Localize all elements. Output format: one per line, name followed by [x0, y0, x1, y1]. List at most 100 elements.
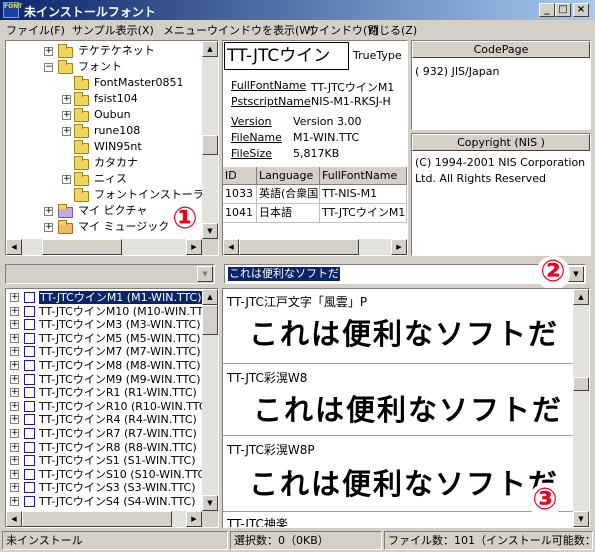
- scroll-down-arrow-icon[interactable]: ▼: [573, 511, 589, 527]
- scroll-up-arrow-icon[interactable]: ▲: [202, 289, 218, 305]
- scroll-right-arrow-icon[interactable]: ▶: [391, 239, 407, 255]
- font-checkbox[interactable]: [24, 319, 35, 331]
- tree-expander[interactable]: +: [44, 223, 53, 232]
- tree-item[interactable]: − フォント: [6, 59, 202, 75]
- tree-item[interactable]: + Oubun: [6, 107, 202, 123]
- tree-expander[interactable]: +: [10, 401, 19, 411]
- tree-expander[interactable]: +: [62, 95, 71, 104]
- menu-sample-view[interactable]: サンプル表示(X): [72, 22, 154, 38]
- scroll-left-arrow-icon[interactable]: ◀: [6, 239, 22, 255]
- font-checkbox[interactable]: [24, 468, 35, 480]
- font-list-item[interactable]: + TT-JTCウインM3 (M3-WIN.TTC): [6, 318, 202, 331]
- font-checkbox[interactable]: [24, 346, 35, 358]
- font-list-item[interactable]: + TT-JTCウインS1 (S1-WIN.TTC): [6, 454, 202, 467]
- scroll-thumb[interactable]: [573, 377, 589, 391]
- tree-expander[interactable]: +: [10, 306, 19, 316]
- tree-expander[interactable]: +: [44, 207, 53, 216]
- font-list-item[interactable]: + TT-JTCウインM8 (M8-WIN.TTC): [6, 359, 202, 372]
- tree-expander[interactable]: +: [10, 347, 19, 357]
- scroll-down-arrow-icon[interactable]: ▼: [202, 495, 218, 511]
- table-cell[interactable]: TT-JTCウインM1: [320, 204, 407, 223]
- tree-horizontal-scrollbar[interactable]: ◀ ▶: [6, 239, 202, 255]
- font-list-vertical-scrollbar[interactable]: ▲ ▼: [202, 289, 218, 511]
- table-cell[interactable]: 1033: [223, 185, 257, 204]
- tree-item[interactable]: + fsist104: [6, 91, 202, 107]
- scroll-right-arrow-icon[interactable]: ▶: [186, 511, 202, 527]
- font-checkbox[interactable]: [24, 441, 35, 453]
- scroll-right-arrow-icon[interactable]: ▶: [186, 239, 202, 255]
- table-cell[interactable]: 英語(合衆国): [257, 185, 320, 204]
- menu-file[interactable]: ファイル(F): [6, 22, 65, 38]
- font-checkbox[interactable]: [24, 292, 35, 303]
- preview-vertical-scrollbar[interactable]: ▲ ▼: [573, 289, 589, 527]
- table-cell[interactable]: TT-NIS-M1: [320, 185, 407, 204]
- font-list-item[interactable]: + TT-JTCウインM5 (M5-WIN.TTC): [6, 332, 202, 345]
- tree-expander[interactable]: +: [10, 320, 19, 330]
- menu-show-menu-window[interactable]: メニューウインドウを表示(W): [163, 22, 314, 38]
- folder-combo[interactable]: ▼: [5, 264, 215, 284]
- scroll-left-arrow-icon[interactable]: ◀: [223, 239, 239, 255]
- tree-vertical-scrollbar[interactable]: ▲ ▼: [202, 41, 218, 239]
- close-button[interactable]: ×: [573, 3, 589, 17]
- tree-expander[interactable]: +: [10, 361, 19, 370]
- tree-item[interactable]: + ニィス: [6, 171, 202, 187]
- tree-item[interactable]: WIN95nt: [6, 139, 202, 155]
- font-checkbox[interactable]: [24, 360, 35, 371]
- font-list[interactable]: + TT-JTCウインM1 (M1-WIN.TTC) + TT-JTCウインM10 (…: [5, 288, 219, 528]
- font-list-item[interactable]: + TT-JTCウインM7 (M7-WIN.TTC): [6, 345, 202, 358]
- tree-expander[interactable]: +: [62, 175, 71, 184]
- font-list-item[interactable]: + TT-JTCウインM10 (M10-WIN.TTC): [6, 305, 215, 318]
- tree-expander[interactable]: +: [10, 388, 19, 398]
- tree-item[interactable]: + rune108: [6, 123, 202, 139]
- font-checkbox[interactable]: [24, 414, 35, 426]
- font-checkbox[interactable]: [24, 387, 35, 399]
- font-list-item[interactable]: + TT-JTCウインS4 (S4-WIN.TTC): [6, 495, 202, 508]
- tree-expander[interactable]: +: [62, 127, 71, 136]
- font-checkbox[interactable]: [24, 482, 35, 494]
- scroll-thumb[interactable]: [239, 239, 359, 255]
- tree-expander[interactable]: +: [10, 497, 19, 506]
- tree-expander[interactable]: +: [10, 442, 19, 452]
- tree-expander[interactable]: +: [10, 483, 19, 493]
- font-list-item[interactable]: + TT-JTCウインM9 (M9-WIN.TTC): [6, 373, 202, 386]
- font-checkbox[interactable]: [24, 305, 35, 317]
- tree-item[interactable]: カタカナ: [6, 155, 202, 171]
- tree-expander[interactable]: +: [10, 469, 19, 479]
- scroll-down-arrow-icon[interactable]: ▼: [202, 223, 218, 239]
- title-bar[interactable]: FONT 未インストールフォント _ □ ×: [0, 0, 595, 20]
- scroll-up-arrow-icon[interactable]: ▲: [573, 289, 589, 305]
- font-list-item[interactable]: + TT-JTCウインS3 (S3-WIN.TTC): [6, 481, 202, 494]
- tree-expander[interactable]: +: [10, 293, 19, 302]
- font-checkbox[interactable]: [24, 496, 35, 507]
- font-list-item[interactable]: + TT-JTCウインR1 (R1-WIN.TTC): [6, 386, 202, 399]
- font-list-item[interactable]: + TT-JTCウインS10 (S10-WIN.TTC): [6, 468, 210, 481]
- font-list-item[interactable]: + TT-JTCウインR8 (R8-WIN.TTC): [6, 441, 202, 454]
- font-checkbox[interactable]: [24, 400, 35, 412]
- sample-text-value[interactable]: これは便利なソフトだ: [228, 267, 340, 281]
- scroll-thumb[interactable]: [22, 511, 172, 527]
- font-checkbox[interactable]: [24, 332, 35, 344]
- tree-expander[interactable]: +: [10, 415, 19, 425]
- tree-expander[interactable]: +: [62, 111, 71, 120]
- tree-expander[interactable]: +: [10, 456, 19, 466]
- scroll-up-arrow-icon[interactable]: ▲: [202, 41, 218, 57]
- dropdown-arrow-icon[interactable]: ▼: [568, 266, 584, 282]
- scroll-left-arrow-icon[interactable]: ◀: [6, 511, 22, 527]
- font-checkbox[interactable]: [24, 455, 35, 467]
- scroll-thumb[interactable]: [202, 305, 218, 335]
- font-list-item[interactable]: + TT-JTCウインR10 (R10-WIN.TTC): [6, 400, 211, 413]
- dropdown-arrow-icon[interactable]: ▼: [197, 266, 213, 282]
- scroll-thumb[interactable]: [42, 239, 122, 255]
- font-list-item[interactable]: + TT-JTCウインR4 (R4-WIN.TTC): [6, 413, 202, 426]
- tree-expander[interactable]: +: [10, 374, 19, 384]
- table-cell[interactable]: 1041: [223, 204, 257, 223]
- tree-item[interactable]: FontMaster0851: [6, 75, 202, 91]
- tree-expander[interactable]: +: [10, 429, 19, 438]
- font-list-item[interactable]: + TT-JTCウインR7 (R7-WIN.TTC): [6, 427, 202, 440]
- tree-expander[interactable]: −: [44, 63, 53, 72]
- table-cell[interactable]: 日本語: [257, 204, 320, 223]
- minimize-button[interactable]: _: [539, 3, 555, 17]
- sample-text-combo[interactable]: これは便利なソフトだ ▼: [224, 264, 586, 284]
- font-list-item[interactable]: + TT-JTCウインM1 (M1-WIN.TTC): [6, 291, 203, 304]
- font-list-horizontal-scrollbar[interactable]: ◀ ▶: [6, 511, 202, 527]
